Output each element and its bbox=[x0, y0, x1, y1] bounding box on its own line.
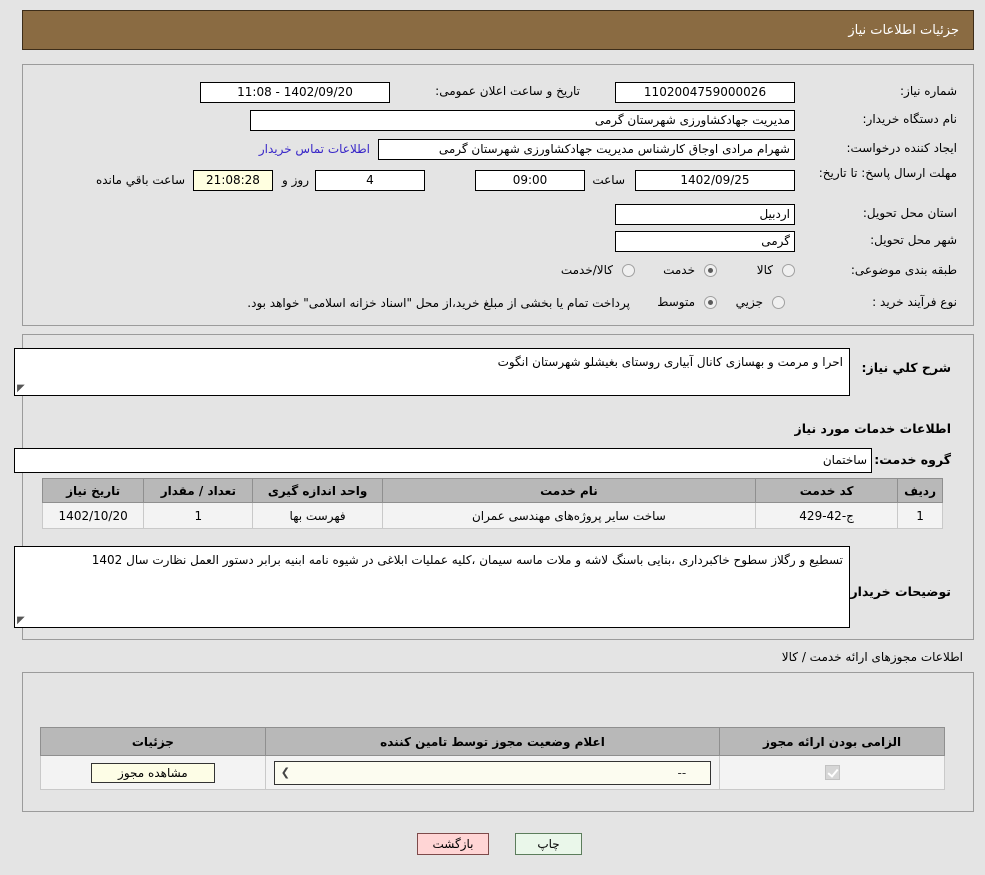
permit-required-checkbox bbox=[824, 765, 840, 780]
city-label: شهر محل تحویل: bbox=[870, 233, 957, 247]
days-and-label: روز و bbox=[282, 173, 309, 187]
radio-process-jozi[interactable] bbox=[772, 296, 785, 309]
need-number-label: شماره نیاز: bbox=[900, 84, 957, 98]
cell-permit-required bbox=[719, 755, 945, 790]
hour-label: ساعت bbox=[592, 173, 625, 187]
resize-grip-icon[interactable]: ◥ bbox=[17, 383, 27, 394]
page-root: AriaTender.net جزئیات اطلاعات نیاز شماره… bbox=[0, 0, 985, 875]
services-table: ردیف کد خدمت نام خدمت واحد اندازه گیری ت… bbox=[41, 478, 943, 529]
permits-caption: اطلاعات مجوزهای ارائه خدمت / کالا bbox=[781, 650, 963, 664]
permits-header-row: الزامی بودن ارائه مجوز اعلام وضعیت مجوز … bbox=[40, 727, 945, 756]
page-title: جزئیات اطلاعات نیاز bbox=[848, 22, 959, 38]
back-button[interactable]: بازگشت bbox=[417, 833, 489, 855]
th-radif: ردیف bbox=[897, 478, 943, 503]
requester-value: شهرام مرادی اوجاق کارشناس مدیریت جهادکشا… bbox=[378, 139, 795, 160]
radio-category-kala[interactable] bbox=[782, 264, 795, 277]
cell-code: ج-42-429 bbox=[755, 502, 899, 529]
resize-grip-icon[interactable]: ◥ bbox=[17, 615, 27, 626]
services-section-title: اطلاعات خدمات مورد نیاز bbox=[794, 421, 952, 436]
radio-process-jozi-label: جزیي bbox=[735, 295, 763, 309]
radio-category-kala-khedmat-label: کالا/خدمت bbox=[560, 263, 613, 277]
table-row: 1 ج-42-429 ساخت سایر پروژه‌های مهندسی عم… bbox=[41, 502, 943, 529]
cell-radif: 1 bbox=[897, 502, 943, 529]
service-group-label: گروه خدمت: bbox=[874, 452, 951, 467]
treasury-note: پرداخت تمام یا بخشی از مبلغ خرید،از محل … bbox=[247, 296, 630, 310]
buyer-notes-textarea[interactable]: تسطیع و رگلاز سطوح خاکبرداری ،بنایی باسن… bbox=[14, 546, 850, 628]
cell-permit-status: ❯ -- bbox=[264, 755, 721, 790]
radio-process-motevaset-label: متوسط bbox=[657, 295, 695, 309]
province-label: استان محل تحویل: bbox=[862, 206, 957, 220]
city-value: گرمی bbox=[615, 231, 795, 252]
buyer-org-value: مدیریت جهادکشاورزی شهرستان گرمی bbox=[250, 110, 795, 131]
remaining-suffix-label: ساعت باقي مانده bbox=[95, 173, 185, 187]
print-button[interactable]: چاپ bbox=[515, 833, 582, 855]
th-permit-details: جزئیات bbox=[40, 727, 266, 756]
need-number-value: 1102004759000026 bbox=[615, 82, 795, 103]
remaining-time-value: 21:08:28 bbox=[193, 170, 273, 191]
deadline-label: مهلت ارسال پاسخ: تا تاریخ: bbox=[818, 166, 957, 180]
buyer-notes-value: تسطیع و رگلاز سطوح خاکبرداری ،بنایی باسن… bbox=[91, 553, 843, 567]
th-date: تاریخ نیاز bbox=[41, 478, 145, 503]
deadline-date-value: 1402/09/25 bbox=[635, 170, 795, 191]
need-desc-textarea[interactable]: احرا و مرمت و بهسازی کانال آبیاری روستای… bbox=[14, 348, 850, 396]
th-qty: تعداد / مقدار bbox=[143, 478, 254, 503]
buyer-org-label: نام دستگاه خریدار: bbox=[862, 112, 958, 126]
cell-date: 1402/10/20 bbox=[41, 502, 145, 529]
chevron-down-icon: ❯ bbox=[280, 765, 291, 779]
service-group-value: ساختمان bbox=[14, 448, 872, 473]
permit-status-select[interactable]: ❯ -- bbox=[273, 760, 712, 785]
need-desc-label: شرح کلي نیاز: bbox=[861, 360, 951, 375]
category-label: طبقه بندی موضوعی: bbox=[850, 263, 957, 277]
th-code: کد خدمت bbox=[755, 478, 899, 503]
view-permit-button[interactable]: مشاهده مجوز bbox=[90, 762, 215, 783]
cell-qty: 1 bbox=[143, 502, 254, 529]
requester-label: ایجاد کننده درخواست: bbox=[846, 141, 957, 155]
th-unit: واحد اندازه گیری bbox=[252, 478, 383, 503]
services-table-header-row: ردیف کد خدمت نام خدمت واحد اندازه گیری ت… bbox=[41, 478, 943, 503]
buyer-notes-label: توضیحات خریدار: bbox=[845, 584, 951, 599]
deadline-time-value: 09:00 bbox=[475, 170, 585, 191]
table-row: ❯ -- مشاهده مجوز bbox=[40, 755, 945, 790]
radio-category-kala-label: کالا bbox=[756, 263, 773, 277]
radio-category-khedmat[interactable] bbox=[704, 264, 717, 277]
process-label: نوع فرآیند خرید : bbox=[872, 295, 957, 309]
radio-category-khedmat-label: خدمت bbox=[663, 263, 695, 277]
cell-name: ساخت سایر پروژه‌های مهندسی عمران bbox=[381, 502, 757, 529]
announce-datetime-value: 1402/09/20 - 11:08 bbox=[200, 82, 390, 103]
radio-category-kala-khedmat[interactable] bbox=[622, 264, 635, 277]
th-name: نام خدمت bbox=[381, 478, 757, 503]
permits-table: الزامی بودن ارائه مجوز اعلام وضعیت مجوز … bbox=[40, 727, 945, 790]
cell-permit-details: مشاهده مجوز bbox=[40, 755, 266, 790]
need-desc-value: احرا و مرمت و بهسازی کانال آبیاری روستای… bbox=[497, 355, 843, 369]
page-title-bar: جزئیات اطلاعات نیاز bbox=[22, 10, 974, 50]
need-summary-panel bbox=[22, 64, 974, 326]
remaining-days-value: 4 bbox=[315, 170, 425, 191]
province-value: اردبیل bbox=[615, 204, 795, 225]
buyer-contact-link[interactable]: اطلاعات تماس خریدار bbox=[259, 142, 370, 156]
th-permit-status: اعلام وضعیت مجوز توسط تامین کننده bbox=[264, 727, 721, 756]
cell-unit: فهرست بها bbox=[252, 502, 383, 529]
announce-datetime-label: تاریخ و ساعت اعلان عمومی: bbox=[435, 84, 580, 98]
permit-status-value: -- bbox=[677, 765, 687, 780]
radio-process-motevaset[interactable] bbox=[704, 296, 717, 309]
th-permit-required: الزامی بودن ارائه مجوز bbox=[719, 727, 945, 756]
